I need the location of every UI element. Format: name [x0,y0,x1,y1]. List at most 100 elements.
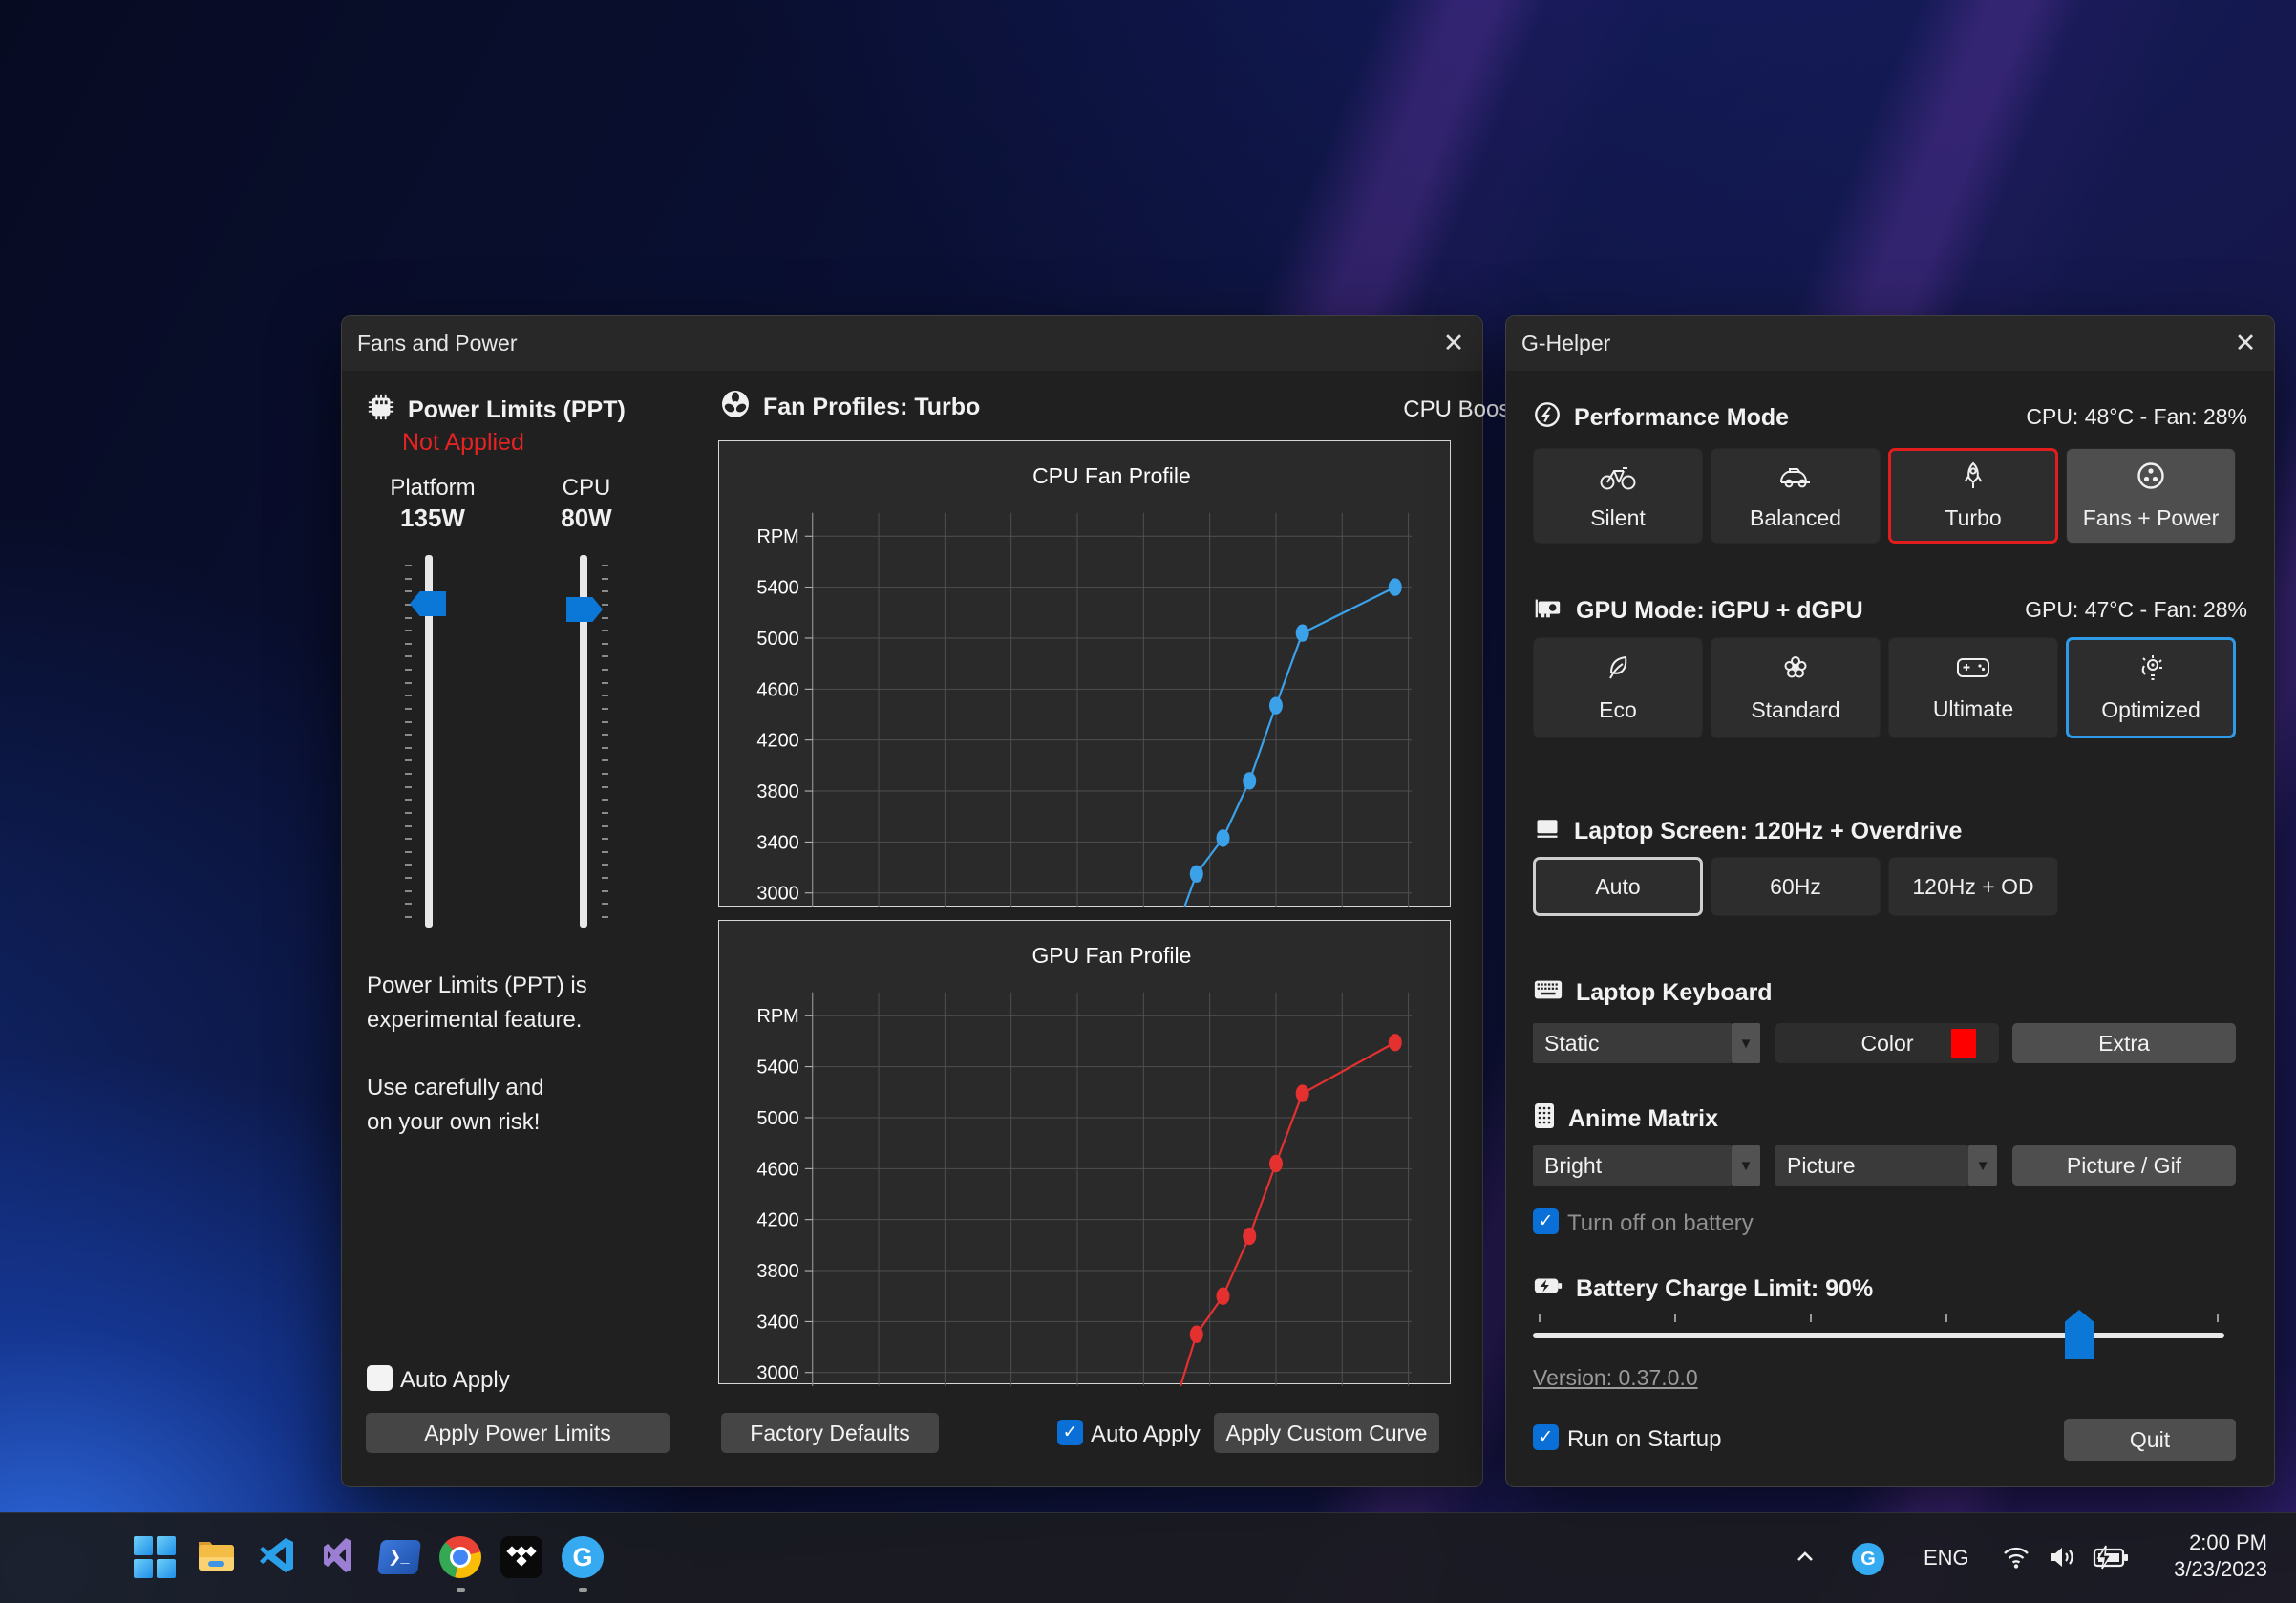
fan-curve-point[interactable] [1190,1326,1203,1343]
quit-button[interactable]: Quit [2064,1419,2236,1461]
fan-curve-point[interactable] [1389,1034,1402,1051]
fans-power-label: Fans + Power [2083,505,2220,531]
svg-text:5000: 5000 [756,1108,798,1129]
fan-curve-point[interactable] [1296,1084,1309,1101]
gpu-mode-header: GPU Mode: iGPU + dGPU [1533,593,1863,629]
perf-mode-balanced-button[interactable]: Balanced [1711,448,1881,544]
tray-date: 3/23/2023 [2174,1556,2267,1583]
fan-profiles-header: Fan Profiles: Turbo [720,389,980,426]
cpu-fan-chart-panel: RPM540050004600420038003400300026002200O… [718,440,1451,907]
fan-curve-point[interactable] [1269,696,1283,714]
screen-120hz-od-button[interactable]: 120Hz + OD [1888,857,2058,916]
power-auto-apply-checkbox[interactable] [367,1365,393,1391]
factory-defaults-button[interactable]: Factory Defaults [721,1413,939,1453]
volume-tray-button[interactable] [2044,1542,2082,1576]
powershell-button[interactable]: ❯_ [376,1534,422,1580]
power-limits-note-1: Power Limits (PPT) is experimental featu… [367,969,587,1037]
screen-auto-label: Auto [1595,874,1640,900]
apply-power-limits-button[interactable]: Apply Power Limits [366,1413,670,1453]
chrome-button[interactable] [437,1534,483,1580]
fan-profiles-header-label: Fan Profiles: Turbo [763,394,980,421]
fan-curve-point[interactable] [1243,772,1256,789]
ghelper-window-title: G-Helper [1521,331,1610,356]
platform-slider-thumb[interactable] [410,591,446,616]
file-explorer-button[interactable] [193,1534,239,1580]
battery-limit-header: Battery Charge Limit: 90% [1533,1273,1873,1305]
anime-battery-checkbox[interactable] [1533,1208,1559,1234]
visual-studio-button[interactable] [315,1534,361,1580]
rocket-icon [1958,460,1988,497]
chevron-up-icon [1793,1545,1818,1574]
screen-auto-button[interactable]: Auto [1533,857,1703,916]
keyboard-mode-dropdown[interactable]: Static [1533,1023,1732,1063]
perf-mode-silent-label: Silent [1590,505,1646,531]
gpu-mode-standard-button[interactable]: Standard [1711,637,1881,738]
keyboard-mode-dropdown-arrow-icon[interactable]: ▼ [1732,1023,1760,1063]
fans-power-button[interactable]: Fans + Power [2066,448,2236,544]
cpu-fan-chart[interactable]: RPM540050004600420038003400300026002200O… [719,441,1450,907]
cpu-slider-label: CPU [542,475,630,502]
anime-mode-dropdown-arrow-icon[interactable]: ▼ [1968,1145,1997,1186]
anime-picture-gif-button[interactable]: Picture / Gif [2012,1145,2236,1186]
battery-slider-ticks [1539,1314,2219,1322]
svg-text:4600: 4600 [756,1159,798,1180]
platform-slider-ticks [405,565,412,918]
ghelper-close-icon[interactable]: ✕ [2224,324,2266,362]
start-button[interactable] [132,1534,178,1580]
ghelper-tray-icon: G [1852,1543,1884,1575]
cpu-slider-thumb[interactable] [566,597,603,622]
vscode-button[interactable] [254,1534,300,1580]
fans-window-close-icon[interactable]: ✕ [1433,324,1475,362]
gpu-fan-chart[interactable]: RPM540050004600420038003400300026002200O… [719,921,1450,1386]
fan-curve-point[interactable] [1243,1228,1256,1245]
svg-text:5400: 5400 [756,1058,798,1079]
ghelper-titlebar[interactable] [1506,316,2274,371]
perf-mode-turbo-button[interactable]: Turbo [1888,448,2058,544]
language-indicator[interactable]: ENG [1924,1546,1969,1571]
battery-slider-track[interactable] [1533,1333,2224,1338]
keyboard-color-swatch[interactable] [1951,1029,1976,1058]
screen-60hz-button[interactable]: 60Hz [1711,857,1881,916]
fan-icon [720,389,751,426]
leaf-icon [1603,652,1633,689]
fan-curve-point[interactable] [1296,624,1309,641]
screen-60hz-label: 60Hz [1770,874,1821,900]
fan-curve-point[interactable] [1190,866,1203,883]
battery-tray-button[interactable] [2090,1542,2132,1576]
clock[interactable]: 2:00 PM 3/23/2023 [2174,1529,2267,1583]
fan-curve-point[interactable] [1269,1155,1283,1172]
version-link[interactable]: Version: 0.37.0.0 [1533,1365,1698,1391]
keyboard-extra-button[interactable]: Extra [2012,1023,2236,1063]
run-on-startup-checkbox[interactable] [1533,1424,1559,1450]
powershell-icon: ❯_ [377,1540,421,1574]
run-on-startup-label: Run on Startup [1567,1426,1721,1453]
perf-mode-turbo-label: Turbo [1945,505,2001,531]
tidal-button[interactable] [499,1534,544,1580]
fans-window-title: Fans and Power [357,331,517,356]
fan-circle-icon [2136,460,2166,497]
vscode-icon [257,1535,297,1580]
svg-text:3000: 3000 [756,1363,798,1384]
anime-brightness-dropdown-arrow-icon[interactable]: ▼ [1732,1145,1760,1186]
tidal-icon [500,1536,542,1578]
ghelper-tray-button[interactable]: G [1851,1542,1885,1576]
anime-mode-dropdown[interactable]: Picture [1775,1145,1968,1186]
perf-mode-silent-button[interactable]: Silent [1533,448,1703,544]
tray-chevron-up-button[interactable] [1788,1542,1822,1576]
fan-curve-point[interactable] [1217,1288,1230,1305]
fan-curve-point[interactable] [1389,578,1402,595]
keyboard-icon [1533,977,1563,1009]
anime-brightness-dropdown[interactable]: Bright [1533,1145,1732,1186]
gpu-mode-eco-button[interactable]: Eco [1533,637,1703,738]
performance-mode-header: Performance Mode [1533,400,1789,436]
ghelper-running-indicator [579,1588,587,1592]
wifi-tray-button[interactable] [1998,1542,2034,1576]
gpu-mode-optimized-button[interactable]: Optimized [2066,637,2236,738]
curve-auto-apply-checkbox[interactable] [1057,1420,1083,1445]
apply-custom-curve-button[interactable]: Apply Custom Curve [1214,1413,1439,1453]
ghelper-taskbar-button[interactable]: G [560,1534,606,1580]
fan-curve-point[interactable] [1217,829,1230,846]
svg-text:3400: 3400 [756,1312,798,1333]
gpu-mode-ultimate-button[interactable]: Ultimate [1888,637,2058,738]
flower-icon [1780,652,1811,689]
